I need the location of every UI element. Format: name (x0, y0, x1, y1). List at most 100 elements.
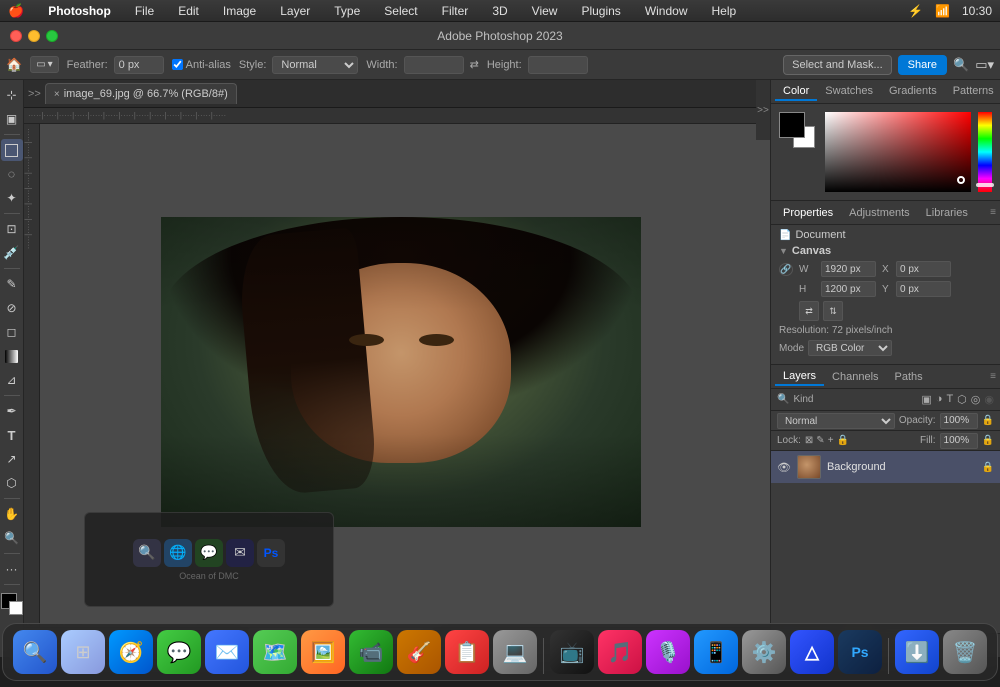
layer-visibility-toggle[interactable]: 👁 (777, 461, 791, 474)
layer-background[interactable]: 👁 Background 🔒 (771, 451, 1000, 483)
pen-tool[interactable]: ✒ (1, 400, 23, 422)
dock-music[interactable]: 🎵 (598, 630, 642, 674)
dock-photos[interactable]: 🖼️ (301, 630, 345, 674)
artboard-tool[interactable]: ▣ (1, 108, 23, 130)
fill-input[interactable] (940, 433, 978, 449)
lock-position-icon[interactable]: ✎ (816, 435, 824, 446)
dock-trash[interactable]: 🗑️ (943, 630, 987, 674)
dodge-tool[interactable]: ⊿ (1, 369, 23, 391)
minimize-button[interactable] (28, 30, 40, 42)
move-tool[interactable]: ⊹ (1, 84, 23, 106)
menu-photoshop[interactable]: Photoshop (44, 4, 115, 18)
menu-plugins[interactable]: Plugins (577, 4, 624, 18)
filter-toggle[interactable]: ◉ (984, 393, 994, 406)
workspace-button[interactable]: ▭▾ (975, 57, 994, 73)
share-button[interactable]: Share (898, 55, 947, 75)
swap-icon[interactable]: ⇄ (470, 58, 479, 71)
menu-edit[interactable]: Edit (174, 4, 203, 18)
width-input[interactable] (404, 56, 464, 74)
maximize-button[interactable] (46, 30, 58, 42)
filter-pixel-icon[interactable]: ▣ (921, 393, 931, 406)
gradient-tool[interactable] (1, 345, 23, 367)
dock-photoshop[interactable]: Ps (838, 630, 882, 674)
eraser-tool[interactable]: ◻ (1, 321, 23, 343)
flip-v-btn[interactable]: ⇅ (823, 301, 843, 321)
canvas-collapse[interactable]: ▼ (779, 246, 788, 256)
dock-finder[interactable]: 🔍 (13, 630, 57, 674)
menu-layer[interactable]: Layer (276, 4, 314, 18)
dock-messages[interactable]: 💬 (157, 630, 201, 674)
lock-pixels-icon[interactable]: ⊠ (805, 435, 813, 446)
home-button[interactable]: 🏠 (6, 57, 22, 73)
clone-tool[interactable]: ⊘ (1, 297, 23, 319)
search-button[interactable]: 🔍 (953, 57, 969, 73)
menu-image[interactable]: Image (219, 4, 260, 18)
canvas-y-input[interactable] (896, 281, 951, 297)
canvas-width-input[interactable] (821, 261, 876, 277)
apple-menu[interactable]: 🍎 (8, 3, 24, 19)
panel-collapse-left[interactable]: >> (28, 88, 41, 100)
eyedropper-tool[interactable]: 💉 (1, 242, 23, 264)
menu-file[interactable]: File (131, 4, 158, 18)
zoom-tool[interactable]: 🔍 (1, 527, 23, 549)
dock-testflight[interactable]: △ (790, 630, 834, 674)
menu-3d[interactable]: 3D (488, 4, 511, 18)
dock-downloads[interactable]: ⬇️ (895, 630, 939, 674)
layers-panel-menu[interactable]: ≡ (990, 371, 996, 382)
flip-h-btn[interactable]: ⇄ (799, 301, 819, 321)
dock-launchpad[interactable]: ⊞ (61, 630, 105, 674)
dock-safari[interactable]: 🧭 (109, 630, 153, 674)
height-input[interactable] (528, 56, 588, 74)
tab-gradients[interactable]: Gradients (881, 83, 945, 101)
filter-type-icon[interactable]: T (946, 393, 953, 406)
tab-patterns[interactable]: Patterns (945, 83, 1000, 101)
path-select-tool[interactable]: ↗ (1, 448, 23, 470)
close-button[interactable] (10, 30, 22, 42)
tab-layers[interactable]: Layers (775, 368, 824, 386)
hand-tool[interactable]: ✋ (1, 503, 23, 525)
shape-tool[interactable]: ⬡ (1, 472, 23, 494)
tab-libraries[interactable]: Libraries (918, 205, 976, 221)
canvas-x-input[interactable] (896, 261, 951, 277)
background-color[interactable] (9, 601, 23, 615)
feather-input[interactable] (114, 56, 164, 74)
dock-reminders[interactable]: 📋 (445, 630, 489, 674)
more-tools[interactable]: ··· (1, 558, 23, 580)
tab-swatches[interactable]: Swatches (817, 83, 881, 101)
filter-adjustment-icon[interactable]: ◑ (936, 393, 943, 406)
dock-finder2[interactable]: 💻 (493, 630, 537, 674)
dock-systemprefs[interactable]: ⚙️ (742, 630, 786, 674)
selection-tool-btn[interactable]: ▭ ▾ (30, 56, 58, 73)
menu-window[interactable]: Window (641, 4, 692, 18)
color-mode-select[interactable]: RGB Color CMYK Color Grayscale (808, 340, 892, 356)
link-icon[interactable]: 🔗 (779, 263, 793, 276)
dock-appletv[interactable]: 📺 (550, 630, 594, 674)
dock-podcasts[interactable]: 🎙️ (646, 630, 690, 674)
lasso-tool[interactable]: ◌ (1, 163, 23, 185)
type-tool[interactable]: T (1, 424, 23, 446)
document-tab[interactable]: × image_69.jpg @ 66.7% (RGB/8#) (45, 83, 237, 104)
filter-shape-icon[interactable]: ⬡ (957, 393, 967, 406)
menu-view[interactable]: View (528, 4, 562, 18)
menu-filter[interactable]: Filter (438, 4, 473, 18)
foreground-color-swatch[interactable] (779, 112, 805, 138)
tab-adjustments[interactable]: Adjustments (841, 205, 918, 221)
dock-maps[interactable]: 🗺️ (253, 630, 297, 674)
opacity-lock[interactable]: 🔒 (982, 415, 994, 426)
lock-artboard-icon[interactable]: + (828, 435, 834, 446)
marquee-tool[interactable] (1, 139, 23, 161)
quick-select-tool[interactable]: ✦ (1, 187, 23, 209)
dock-mail[interactable]: ✉️ (205, 630, 249, 674)
opacity-input[interactable] (940, 413, 978, 429)
antialias-checkbox[interactable] (172, 59, 183, 70)
tab-channels[interactable]: Channels (824, 369, 886, 385)
select-mask-button[interactable]: Select and Mask... (783, 55, 892, 75)
menu-select[interactable]: Select (380, 4, 421, 18)
menu-type[interactable]: Type (330, 4, 364, 18)
tab-close[interactable]: × (54, 89, 60, 100)
tab-properties[interactable]: Properties (775, 205, 841, 221)
properties-panel-menu[interactable]: ≡ (990, 207, 996, 218)
tab-color[interactable]: Color (775, 83, 817, 101)
panel-collapse-handle[interactable]: >> (756, 80, 770, 140)
canvas-height-input[interactable] (821, 281, 876, 297)
